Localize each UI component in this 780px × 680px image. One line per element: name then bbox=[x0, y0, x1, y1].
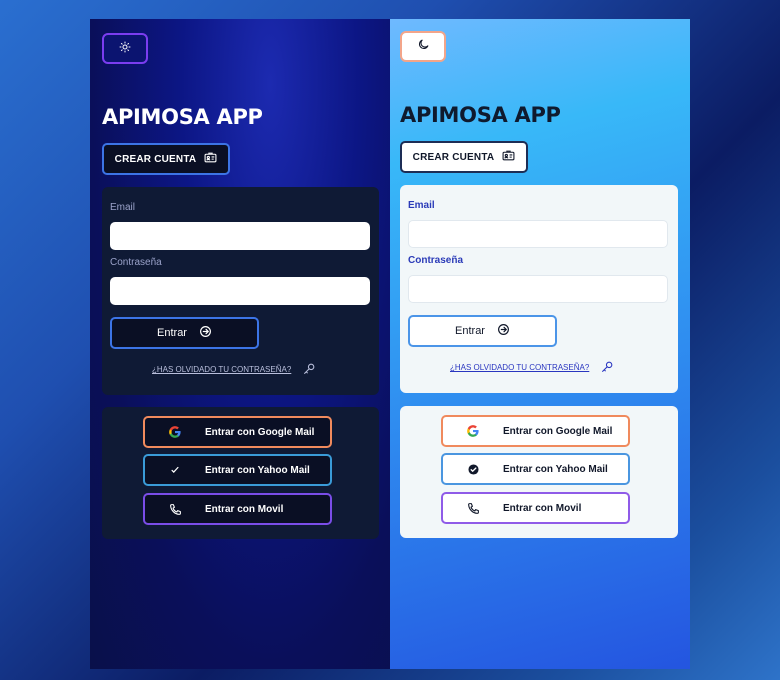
id-card-icon bbox=[502, 150, 515, 164]
google-login-label: Entrar con Google Mail bbox=[503, 425, 613, 437]
google-icon bbox=[443, 424, 503, 438]
enter-button[interactable]: Entrar bbox=[110, 317, 259, 349]
forgot-password-link[interactable]: ¿HAS OLVIDADO TU CONTRASEÑA? bbox=[152, 362, 316, 377]
enter-label: Entrar bbox=[455, 325, 485, 337]
sun-icon bbox=[119, 40, 131, 58]
yahoo-login-label: Entrar con Yahoo Mail bbox=[503, 463, 608, 475]
check-badge-icon bbox=[145, 465, 205, 475]
enter-button[interactable]: Entrar bbox=[408, 315, 557, 347]
phone-login-button[interactable]: Entrar con Movil bbox=[143, 493, 332, 525]
phone-icon bbox=[443, 502, 503, 515]
google-login-button[interactable]: Entrar con Google Mail bbox=[143, 416, 332, 448]
email-input[interactable] bbox=[408, 220, 668, 248]
check-badge-icon bbox=[443, 463, 503, 475]
phone-icon bbox=[145, 503, 205, 516]
app-title: APIMOSA APP bbox=[102, 105, 263, 129]
password-input[interactable] bbox=[408, 275, 668, 303]
forgot-password-link[interactable]: ¿HAS OLVIDADO TU CONTRASEÑA? bbox=[450, 360, 614, 375]
app-title: APIMOSA APP bbox=[400, 103, 561, 127]
theme-toggle-button[interactable] bbox=[400, 31, 446, 62]
enter-label: Entrar bbox=[157, 327, 187, 339]
arrow-right-circle-icon bbox=[497, 323, 510, 339]
theme-toggle-button[interactable] bbox=[102, 33, 148, 64]
light-theme-panel: APIMOSA APP CREAR CUENTA Email Contraseñ… bbox=[390, 19, 690, 669]
password-label: Contraseña bbox=[408, 255, 464, 266]
social-login-card: Entrar con Google Mail Entrar con Yahoo … bbox=[102, 407, 379, 539]
id-card-icon bbox=[204, 152, 217, 166]
create-account-button[interactable]: CREAR CUENTA bbox=[102, 143, 230, 175]
yahoo-login-button[interactable]: Entrar con Yahoo Mail bbox=[441, 453, 630, 485]
google-icon bbox=[145, 425, 205, 439]
moon-icon bbox=[417, 38, 430, 56]
phone-login-label: Entrar con Movil bbox=[503, 502, 582, 514]
yahoo-login-button[interactable]: Entrar con Yahoo Mail bbox=[143, 454, 332, 486]
phone-login-label: Entrar con Movil bbox=[205, 503, 284, 515]
create-account-button[interactable]: CREAR CUENTA bbox=[400, 141, 528, 173]
password-label: Contraseña bbox=[110, 257, 162, 268]
arrow-right-circle-icon bbox=[199, 325, 212, 341]
key-icon bbox=[601, 360, 614, 375]
google-login-label: Entrar con Google Mail bbox=[205, 426, 315, 438]
forgot-password-label: ¿HAS OLVIDADO TU CONTRASEÑA? bbox=[450, 363, 590, 372]
google-login-button[interactable]: Entrar con Google Mail bbox=[441, 415, 630, 447]
create-account-label: CREAR CUENTA bbox=[412, 151, 495, 163]
social-login-card: Entrar con Google Mail Entrar con Yahoo … bbox=[400, 406, 678, 538]
dark-theme-panel: APIMOSA APP CREAR CUENTA Email Contraseñ… bbox=[90, 19, 390, 669]
email-input[interactable] bbox=[110, 222, 370, 250]
key-icon bbox=[303, 362, 316, 377]
login-card: Email Contraseña Entrar ¿HAS OLVIDADO TU… bbox=[102, 187, 379, 395]
phone-login-button[interactable]: Entrar con Movil bbox=[441, 492, 630, 524]
create-account-label: CREAR CUENTA bbox=[114, 153, 197, 165]
email-label: Email bbox=[408, 200, 435, 211]
yahoo-login-label: Entrar con Yahoo Mail bbox=[205, 464, 310, 476]
login-card: Email Contraseña Entrar ¿HAS OLVIDADO TU… bbox=[400, 185, 678, 393]
forgot-password-label: ¿HAS OLVIDADO TU CONTRASEÑA? bbox=[152, 365, 292, 374]
email-label: Email bbox=[110, 202, 136, 213]
password-input[interactable] bbox=[110, 277, 370, 305]
